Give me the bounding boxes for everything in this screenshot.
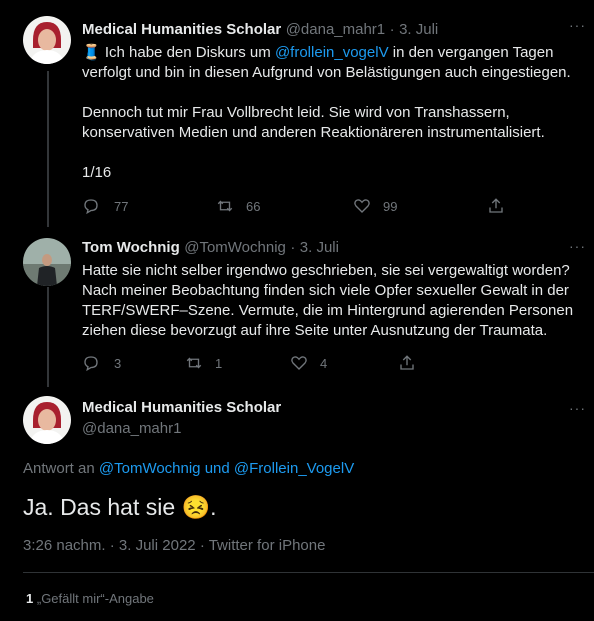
retweet-count: 1 bbox=[215, 355, 223, 371]
likes-label: „Gefällt mir“-Angabe bbox=[36, 591, 154, 606]
heart-icon bbox=[291, 356, 307, 370]
retweet-icon bbox=[217, 200, 233, 212]
author-handle[interactable]: @TomWochnig bbox=[184, 239, 286, 256]
author-name[interactable]: Tom Wochnig bbox=[82, 239, 180, 256]
reply-count: 3 bbox=[114, 355, 122, 371]
avatar[interactable] bbox=[23, 16, 71, 64]
more-icon[interactable]: ··· bbox=[569, 238, 586, 254]
likes-count: 1 bbox=[26, 591, 34, 606]
reply-button[interactable]: 3 bbox=[82, 354, 121, 372]
like-button[interactable]: 99 bbox=[353, 197, 397, 215]
tweet-meta: 3:26 nachm. · 3. Juli 2022 · Twitter for… bbox=[23, 537, 326, 554]
avatar[interactable] bbox=[23, 238, 71, 286]
thread-emoji: 🧵 bbox=[82, 44, 101, 61]
reply-context: Antwort an @TomWochnig und @Frollein_Vog… bbox=[23, 460, 355, 477]
tweet1-text: 🧵 Ich habe den Diskurs um @frollein_voge… bbox=[82, 44, 571, 181]
reply-button[interactable]: 77 bbox=[82, 197, 128, 215]
retweet-button[interactable]: 1 bbox=[185, 354, 222, 372]
main-tweet-text: Ja. Das hat sie 😣. bbox=[23, 494, 217, 520]
tweet1-header: Medical Humanities Scholar @dana_mahr1 ·… bbox=[82, 21, 438, 39]
mention-link[interactable]: @frollein_vogelV bbox=[275, 44, 389, 61]
tweet2-text: Hatte sie nicht selber irgendwo geschrie… bbox=[82, 262, 574, 339]
tweet-source: Twitter for iPhone bbox=[208, 537, 326, 554]
reply-icon bbox=[84, 199, 98, 215]
share-icon bbox=[400, 355, 414, 370]
persevering-face-emoji: 😣 bbox=[181, 494, 211, 520]
tweet-full-date[interactable]: 3. Juli 2022 bbox=[119, 537, 196, 554]
mention-link[interactable]: @TomWochnig bbox=[99, 460, 201, 477]
tweet-time[interactable]: 3:26 nachm. bbox=[23, 537, 106, 554]
mention-link[interactable]: @Frollein_VogelV bbox=[234, 460, 354, 477]
heart-icon bbox=[354, 199, 370, 213]
more-icon[interactable]: ··· bbox=[569, 400, 586, 416]
like-button[interactable]: 4 bbox=[290, 354, 327, 372]
separator: · bbox=[389, 21, 395, 38]
author-name[interactable]: Medical Humanities Scholar bbox=[82, 399, 281, 416]
retweet-count: 66 bbox=[246, 198, 261, 214]
author-handle[interactable]: @dana_mahr1 bbox=[286, 21, 385, 38]
author-name[interactable]: Medical Humanities Scholar bbox=[82, 21, 281, 38]
like-count: 99 bbox=[383, 198, 398, 214]
retweet-icon bbox=[186, 357, 202, 369]
tweet-date[interactable]: 3. Juli bbox=[300, 239, 339, 256]
author-handle[interactable]: @dana_mahr1 bbox=[82, 420, 181, 437]
divider bbox=[23, 572, 594, 573]
share-button[interactable] bbox=[398, 354, 416, 372]
thread-counter: 1/16 bbox=[82, 164, 112, 181]
like-count: 4 bbox=[320, 355, 328, 371]
retweet-button[interactable]: 66 bbox=[216, 197, 260, 215]
thread-line bbox=[47, 287, 49, 387]
likes-summary[interactable]: 1 „Gefällt mir“-Angabe bbox=[26, 591, 154, 606]
reply-count: 77 bbox=[114, 198, 129, 214]
more-icon[interactable]: ··· bbox=[569, 17, 586, 33]
avatar[interactable] bbox=[23, 396, 71, 444]
separator: · bbox=[290, 239, 296, 256]
share-button[interactable] bbox=[487, 197, 505, 215]
tweet-date[interactable]: 3. Juli bbox=[399, 21, 438, 38]
reply-icon bbox=[84, 356, 98, 372]
tweet2-header: Tom Wochnig @TomWochnig · 3. Juli bbox=[82, 239, 339, 257]
share-icon bbox=[489, 198, 503, 213]
thread-line bbox=[47, 71, 49, 227]
